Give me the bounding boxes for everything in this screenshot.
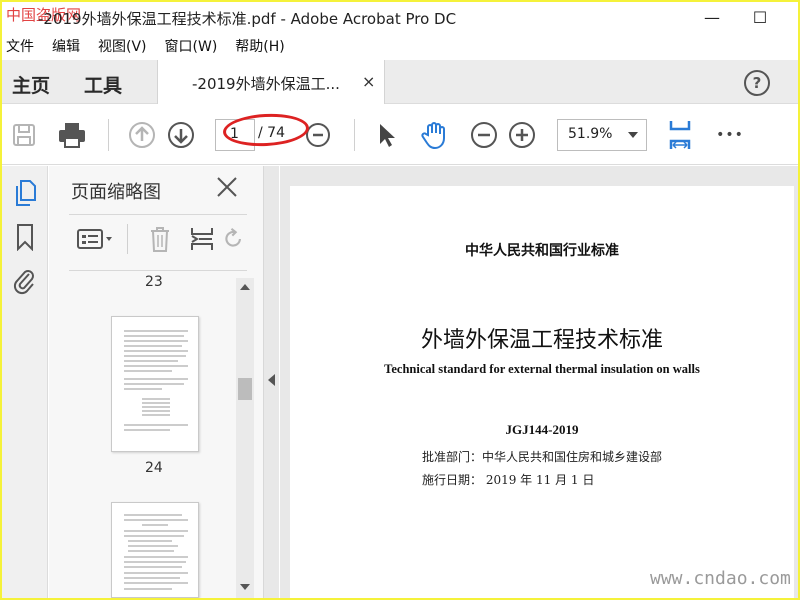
- pages-panel-icon[interactable]: [11, 178, 39, 208]
- insert-page-icon[interactable]: [187, 224, 217, 254]
- help-icon[interactable]: ?: [744, 70, 770, 96]
- panel-splitter[interactable]: [263, 166, 279, 598]
- zoom-in-icon[interactable]: [506, 119, 538, 151]
- standard-code: JGJ144-2019: [505, 422, 579, 437]
- thumbnail-label: 23: [145, 274, 163, 290]
- main-toolbar: 1 / 74 51.9% •••: [2, 105, 798, 165]
- panel-divider: [69, 214, 247, 215]
- app-window: 中国盗版网 -2019外墙外保温工程技术标准.pdf - Adobe Acrob…: [2, 2, 798, 598]
- select-cursor-icon[interactable]: [370, 119, 402, 151]
- zoom-level-dropdown[interactable]: 51.9%: [557, 119, 647, 151]
- print-icon[interactable]: [56, 119, 88, 151]
- panel-tool-divider: [127, 224, 128, 254]
- scroll-thumb[interactable]: [238, 378, 252, 400]
- tab-document[interactable]: -2019外墙外保温工... ×: [157, 60, 385, 104]
- fit-width-icon[interactable]: [664, 119, 696, 151]
- menu-window[interactable]: 窗口(W): [165, 36, 218, 58]
- close-icon[interactable]: [214, 174, 240, 200]
- scroll-down-icon[interactable]: [240, 584, 250, 590]
- tab-close-icon[interactable]: ×: [362, 72, 375, 91]
- title-bar: 中国盗版网 -2019外墙外保温工程技术标准.pdf - Adobe Acrob…: [2, 2, 798, 32]
- toolbar-divider: [354, 119, 355, 151]
- previous-page-icon[interactable]: [126, 119, 158, 151]
- bookmark-icon[interactable]: [11, 222, 39, 252]
- scroll-up-icon[interactable]: [240, 284, 250, 290]
- panel-scrollbar[interactable]: [236, 278, 254, 598]
- thumbnail-label: 24: [145, 460, 163, 476]
- page-thumbnail[interactable]: [111, 502, 199, 598]
- page-thumbnail[interactable]: [111, 316, 199, 452]
- rotate-icon[interactable]: [223, 224, 245, 254]
- panel-divider: [69, 270, 247, 271]
- tab-document-label: -2019外墙外保温工...: [192, 75, 340, 93]
- thumbnail-options-icon[interactable]: [75, 224, 117, 254]
- toolbar-divider: [108, 119, 109, 151]
- zoom-level-value: 51.9%: [568, 126, 613, 142]
- document-title-en: Technical standard for external thermal …: [384, 362, 700, 376]
- more-options-icon[interactable]: •••: [714, 119, 746, 151]
- panel-title: 页面缩略图: [71, 182, 161, 203]
- menu-help[interactable]: 帮助(H): [235, 36, 284, 58]
- menu-bar: 文件 编辑 视图(V) 窗口(W) 帮助(H): [2, 36, 303, 58]
- menu-file[interactable]: 文件: [6, 36, 34, 58]
- menu-view[interactable]: 视图(V): [98, 36, 147, 58]
- save-icon[interactable]: [8, 119, 40, 151]
- side-rail: [2, 166, 48, 598]
- trash-icon[interactable]: [145, 224, 175, 254]
- document-title-cn: 外墙外保温工程技术标准: [420, 328, 663, 353]
- site-watermark: www.cndao.com: [650, 568, 791, 589]
- standard-category: 中华人民共和国行业标准: [465, 243, 619, 259]
- collapse-panel-icon[interactable]: [268, 374, 275, 386]
- tab-bar: 主页 工具 -2019外墙外保温工... × ?: [2, 60, 798, 104]
- window-title: -2019外墙外保温工程技术标准.pdf - Adobe Acrobat Pro…: [38, 10, 457, 28]
- document-viewport[interactable]: 中华人民共和国行业标准 外墙外保温工程技术标准 Technical standa…: [280, 166, 798, 598]
- next-page-icon[interactable]: [165, 119, 197, 151]
- approval-department: 批准部门：中华人民共和国住房和城乡建设部: [422, 450, 663, 464]
- pdf-page: 中华人民共和国行业标准 外墙外保温工程技术标准 Technical standa…: [290, 186, 794, 598]
- effective-date: 施行日期： 2019 年 11 月 1 日: [422, 473, 595, 487]
- chevron-down-icon: [628, 132, 638, 138]
- maximize-button[interactable]: ☐: [740, 5, 780, 29]
- tab-home[interactable]: 主页: [12, 71, 50, 98]
- page-thumbnails-panel: 页面缩略图 23 24: [49, 166, 263, 598]
- zoom-out-icon[interactable]: [468, 119, 500, 151]
- hand-tool-icon[interactable]: [418, 119, 450, 151]
- menu-edit[interactable]: 编辑: [52, 36, 80, 58]
- minimize-button[interactable]: —: [692, 5, 732, 29]
- tab-tools[interactable]: 工具: [84, 71, 122, 98]
- attachment-icon[interactable]: [11, 266, 39, 296]
